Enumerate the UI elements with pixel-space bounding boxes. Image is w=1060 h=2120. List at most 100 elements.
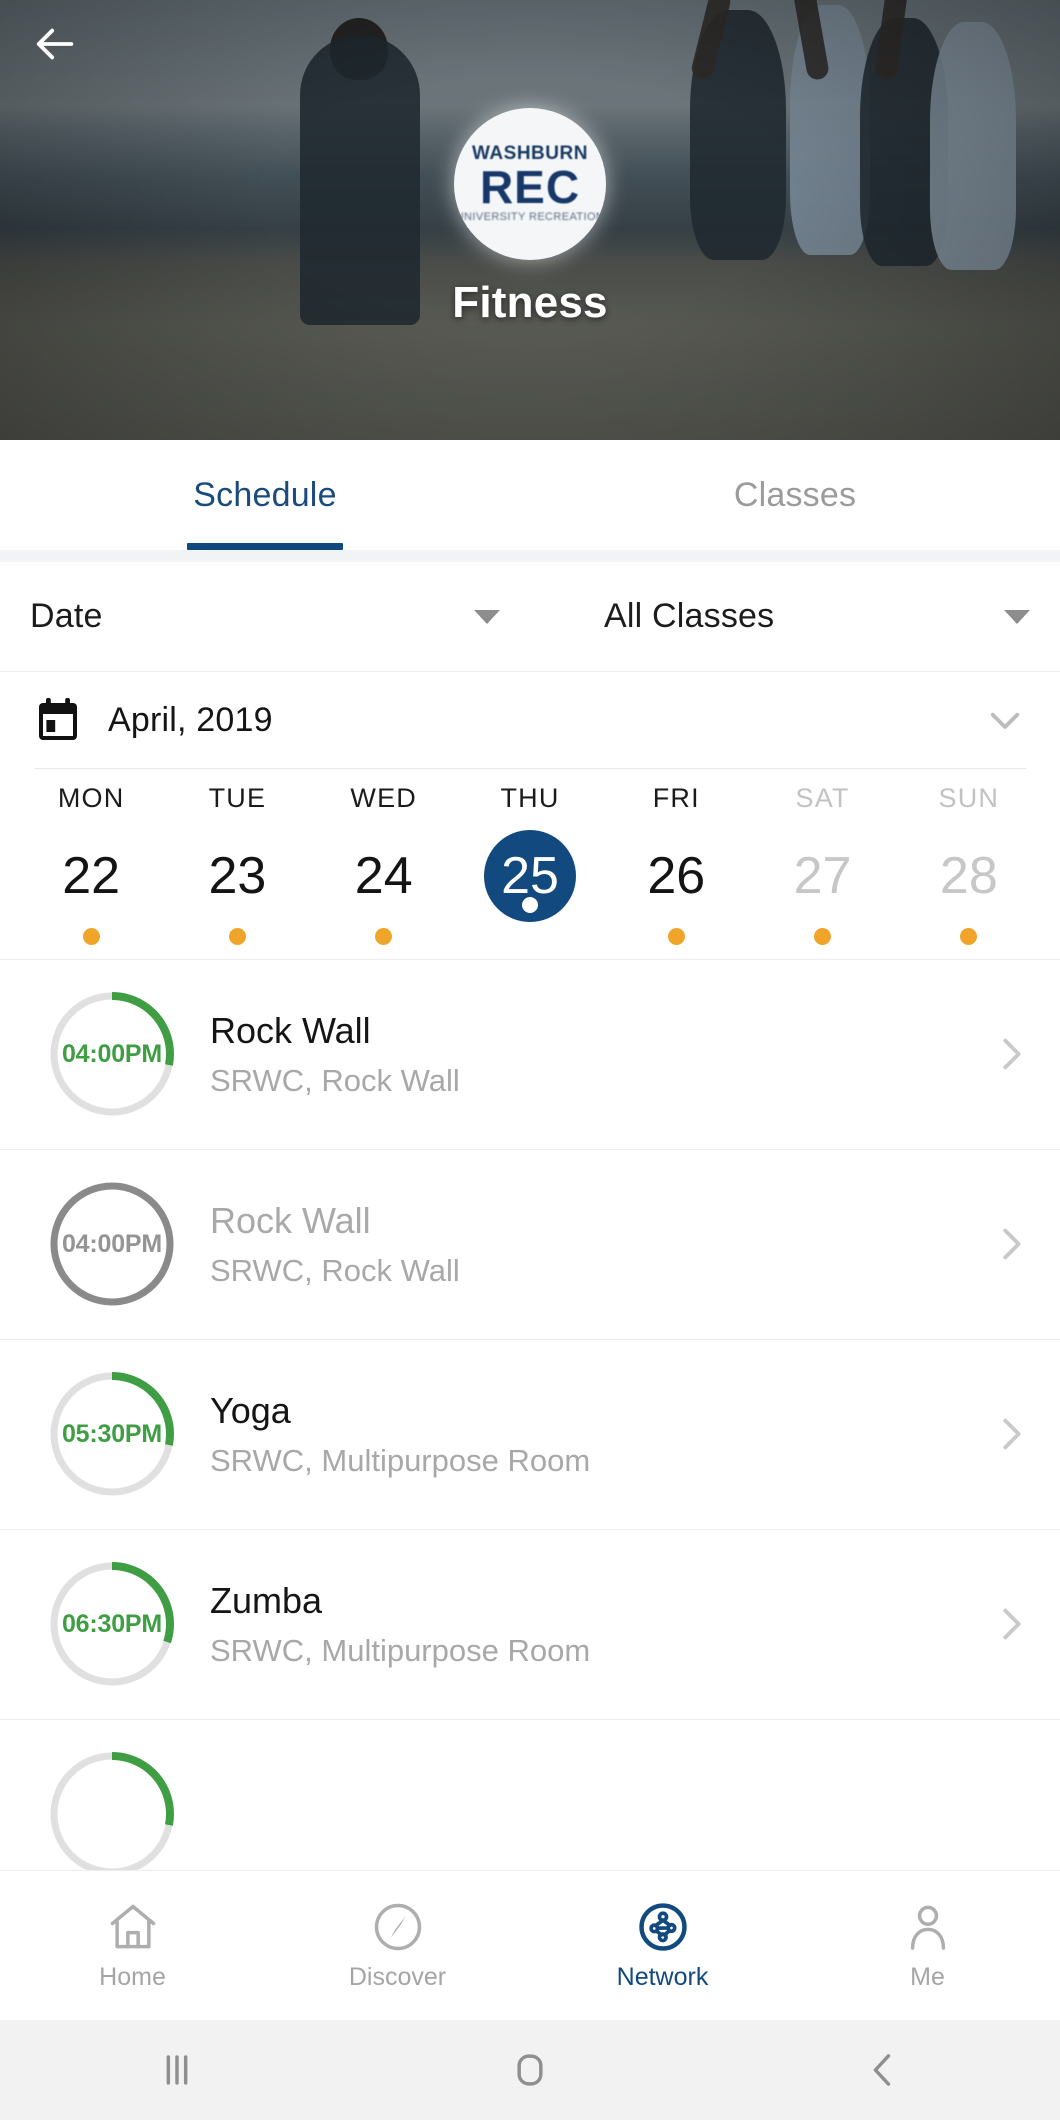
- calendar-day-circle: 24: [338, 830, 430, 922]
- class-list-item-partial[interactable]: [0, 1718, 1060, 1870]
- chevron-right-icon[interactable]: [988, 1221, 1034, 1267]
- person-icon: [900, 1899, 956, 1955]
- hero-banner: WASHBURN REC UNIVERSITY RECREATION Fitne…: [0, 0, 1060, 440]
- organization-logo: WASHBURN REC UNIVERSITY RECREATION: [454, 108, 606, 260]
- calendar-day-name: TUE: [208, 782, 267, 813]
- calendar-day-24[interactable]: WED 24: [311, 783, 457, 945]
- month-header[interactable]: April, 2019: [0, 672, 1060, 768]
- calendar-day-event-dot: [375, 927, 393, 945]
- home-icon: [105, 1899, 161, 1955]
- calendar-day-number: 28: [939, 846, 998, 905]
- filter-date[interactable]: Date: [0, 562, 530, 671]
- class-time: 06:30PM: [61, 1609, 163, 1638]
- chevron-left-icon: [873, 2054, 891, 2086]
- filter-bar: Date All Classes: [0, 562, 1060, 672]
- class-time: 04:00PM: [61, 1229, 163, 1258]
- calendar-day-number: 26: [647, 846, 706, 905]
- chevron-right-icon[interactable]: [988, 1031, 1034, 1077]
- calendar-day-number: 24: [354, 846, 413, 905]
- calendar-day-number: 23: [208, 846, 267, 905]
- home-square-icon: [517, 2054, 543, 2086]
- class-list-item[interactable]: 04:00PM Rock Wall SRWC, Rock Wall: [0, 958, 1060, 1149]
- chevron-down-icon[interactable]: [984, 699, 1026, 741]
- class-capacity-ring: 05:30PM: [48, 1370, 176, 1498]
- logo-line-mid: REC: [479, 161, 581, 214]
- nav-item-me[interactable]: Me: [795, 1899, 1060, 1992]
- filter-date-label: Date: [30, 597, 103, 635]
- nav-item-discover[interactable]: Discover: [265, 1899, 530, 1992]
- class-list-item[interactable]: 04:00PM Rock Wall SRWC, Rock Wall: [0, 1148, 1060, 1339]
- class-capacity-ring: 04:00PM: [48, 990, 176, 1118]
- calendar-day-circle: 22: [45, 830, 137, 922]
- calendar-day-name: SAT: [795, 782, 850, 813]
- tab-separator: [0, 550, 1060, 562]
- calendar-day-28[interactable]: SUN 28: [896, 783, 1042, 945]
- calendar-day-27[interactable]: SAT 27: [749, 783, 895, 945]
- class-time: 05:30PM: [61, 1419, 163, 1448]
- back-button[interactable]: [26, 14, 86, 74]
- tab-classes-label: Classes: [733, 475, 857, 514]
- system-navigation-bar: [0, 2019, 1060, 2120]
- app-screen: WASHBURN REC UNIVERSITY RECREATION Fitne…: [0, 0, 1060, 2120]
- class-capacity-ring: [48, 1750, 176, 1870]
- week-spacer: [0, 951, 1060, 959]
- calendar-day-23[interactable]: TUE 23: [164, 783, 310, 945]
- calendar-day-name: WED: [350, 782, 417, 813]
- recents-icon: [166, 2055, 188, 2085]
- calendar-day-event-dot: [82, 927, 100, 945]
- class-list[interactable]: 04:00PM Rock Wall SRWC, Rock Wall 04:00PM Ro…: [0, 958, 1060, 1870]
- back-button[interactable]: [707, 2044, 1060, 2096]
- page-title: Fitness: [452, 278, 608, 327]
- class-capacity-ring: 06:30PM: [48, 1560, 176, 1688]
- calendar-day-name: THU: [500, 782, 560, 813]
- hero-center-block: WASHBURN REC UNIVERSITY RECREATION Fitne…: [0, 108, 1060, 328]
- calendar-day-number: 27: [793, 846, 852, 905]
- bottom-navigation: Home Discover Network Me: [0, 1869, 1060, 2020]
- month-label: April, 2019: [108, 700, 273, 739]
- week-strip: MON 22 TUE 23 WED 24 THU 25 FRI 26 SAT 27 SUN 28: [0, 768, 1060, 951]
- class-info: Rock Wall SRWC, Rock Wall: [210, 1200, 978, 1289]
- nav-item-network-label: Network: [616, 1962, 709, 1991]
- calendar-day-25[interactable]: THU 25: [457, 783, 603, 945]
- nav-item-home[interactable]: Home: [0, 1899, 265, 1992]
- tab-schedule-label: Schedule: [193, 475, 337, 514]
- class-list-item[interactable]: 06:30PM Zumba SRWC, Multipurpose Room: [0, 1528, 1060, 1719]
- calendar-day-number: 25: [501, 846, 559, 905]
- home-button[interactable]: [353, 2044, 706, 2096]
- recents-button[interactable]: [0, 2044, 353, 2096]
- class-list-item[interactable]: 05:30PM Yoga SRWC, Multipurpose Room: [0, 1338, 1060, 1529]
- tab-classes[interactable]: Classes: [530, 440, 1060, 550]
- chevron-down-icon: [1004, 609, 1030, 624]
- calendar-day-circle: 23: [191, 830, 283, 922]
- calendar-day-name: FRI: [652, 782, 700, 813]
- arrow-left-icon: [36, 28, 74, 60]
- calendar-day-26[interactable]: FRI 26: [603, 783, 749, 945]
- calendar-day-circle: 28: [923, 830, 1015, 922]
- class-title: Yoga: [210, 1389, 291, 1431]
- calendar-day-circle: 26: [630, 830, 722, 922]
- class-location: SRWC, Rock Wall: [210, 1253, 460, 1288]
- calendar-day-22[interactable]: MON 22: [18, 783, 164, 945]
- tab-schedule[interactable]: Schedule: [0, 440, 530, 550]
- calendar-day-name: SUN: [938, 782, 1000, 813]
- logo-line-bottom: UNIVERSITY RECREATION: [455, 211, 605, 224]
- tab-bar: Schedule Classes: [0, 440, 1060, 550]
- class-title: Rock Wall: [210, 1009, 371, 1051]
- chevron-right-icon[interactable]: [988, 1411, 1034, 1457]
- calendar-day-event-dot: [228, 927, 246, 945]
- class-capacity-ring: 04:00PM: [48, 1180, 176, 1308]
- filter-class-type-label: All Classes: [604, 597, 775, 635]
- calendar-icon: [34, 695, 82, 745]
- class-info: Zumba SRWC, Multipurpose Room: [210, 1580, 978, 1669]
- nav-item-me-label: Me: [910, 1962, 945, 1991]
- class-info: Rock Wall SRWC, Rock Wall: [210, 1010, 978, 1099]
- nav-item-discover-label: Discover: [348, 1962, 447, 1991]
- chevron-right-icon[interactable]: [988, 1601, 1034, 1647]
- nav-item-network[interactable]: Network: [530, 1899, 795, 1992]
- chevron-down-icon: [474, 609, 500, 624]
- calendar-day-event-dot: [521, 896, 538, 913]
- filter-class-type[interactable]: All Classes: [530, 562, 1060, 671]
- class-time: 04:00PM: [61, 1039, 163, 1068]
- class-title: Zumba: [210, 1579, 323, 1621]
- calendar-day-event-dot: [960, 927, 978, 945]
